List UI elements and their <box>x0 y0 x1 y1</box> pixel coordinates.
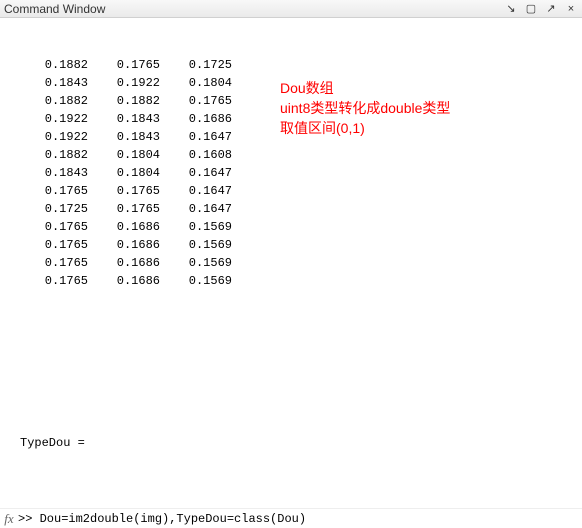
window-title: Command Window <box>4 2 105 16</box>
typedou-label: TypeDou = <box>20 434 582 452</box>
matrix-row: 0.18430.18040.1647 <box>20 164 582 182</box>
matrix-row: 0.17650.16860.1569 <box>20 272 582 290</box>
matrix-row: 0.18820.18040.1608 <box>20 146 582 164</box>
matrix-row: 0.17250.17650.1647 <box>20 200 582 218</box>
annotation-line: uint8类型转化成double类型 <box>280 98 450 118</box>
close-icon[interactable]: × <box>564 2 578 16</box>
maximize-icon[interactable]: ↗ <box>544 2 558 16</box>
prompt-row[interactable]: fx >> Dou=im2double(img),TypeDou=class(D… <box>0 508 582 528</box>
matrix-row: 0.18820.17650.1725 <box>20 56 582 74</box>
matrix-row: 0.17650.16860.1569 <box>20 218 582 236</box>
title-bar: Command Window ↘ ▢ ↗ × <box>0 0 582 18</box>
undock-icon[interactable]: ↘ <box>504 2 518 16</box>
fx-icon[interactable]: fx <box>0 511 18 527</box>
window-controls: ↘ ▢ ↗ × <box>504 2 578 16</box>
matrix-row: 0.17650.16860.1569 <box>20 254 582 272</box>
annotation-line: 取值区间(0,1) <box>280 118 450 138</box>
annotation-line: Dou数组 <box>280 78 450 98</box>
content-area[interactable]: 0.18820.17650.17250.18430.19220.18040.18… <box>0 18 582 528</box>
annotation-overlay: Dou数组 uint8类型转化成double类型 取值区间(0,1) <box>280 78 450 138</box>
matrix-row: 0.17650.17650.1647 <box>20 182 582 200</box>
prompt-command[interactable]: >> Dou=im2double(img),TypeDou=class(Dou) <box>18 512 306 526</box>
minimize-icon[interactable]: ▢ <box>524 2 538 16</box>
matrix-row: 0.17650.16860.1569 <box>20 236 582 254</box>
